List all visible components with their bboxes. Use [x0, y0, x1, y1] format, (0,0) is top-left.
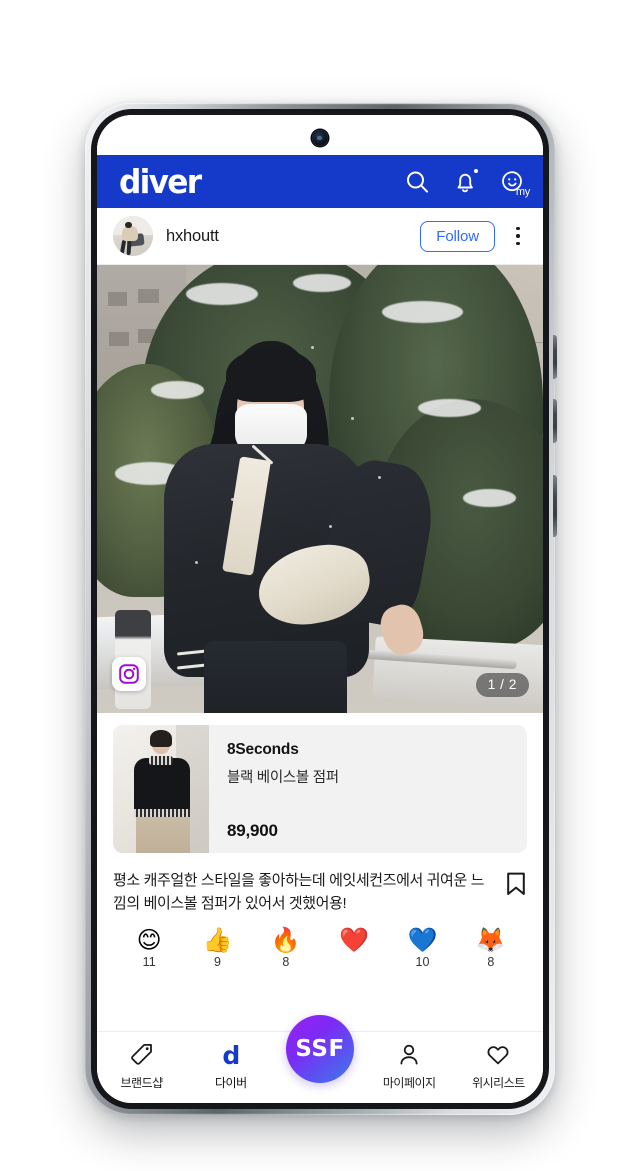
screenshot-stage: diver my hxhoutt Follow 1 / 2 8Seconds 블…: [0, 0, 640, 1171]
reaction-count: 8: [487, 954, 495, 969]
avatar[interactable]: [113, 216, 153, 256]
product-thumbnail: [113, 725, 209, 853]
nav-item-brandshop[interactable]: 브랜드샵: [97, 1041, 186, 1091]
post-author-bar: hxhoutt Follow: [97, 208, 543, 265]
fire-reaction[interactable]: 🔥 8: [252, 928, 320, 969]
bottom-navigation: 브랜드샵 d 다이버 SSF 마이페이지 위시리스트: [97, 1015, 543, 1103]
nav-item-diver[interactable]: d 다이버: [186, 1041, 275, 1091]
nav-item-mypage[interactable]: 마이페이지: [365, 1041, 454, 1091]
fox-reaction[interactable]: 🦊 8: [457, 928, 525, 969]
reaction-emoji: 🦊: [475, 925, 506, 954]
follow-button[interactable]: Follow: [420, 220, 495, 252]
smiling-face-reaction[interactable]: 😊 11: [115, 928, 183, 969]
reaction-count: 8: [282, 954, 290, 969]
brand-logo: diver: [119, 162, 202, 201]
my-label: my: [515, 185, 530, 198]
bell-icon[interactable]: [451, 168, 479, 196]
reaction-emoji: 💙: [407, 925, 438, 954]
thumbs-up-reaction[interactable]: 👍 9: [183, 928, 251, 969]
tag-icon: [129, 1041, 155, 1069]
nav-label: 마이페이지: [382, 1076, 436, 1090]
volume-down-button[interactable]: [553, 399, 557, 443]
product-card[interactable]: 8Seconds 블랙 베이스볼 점퍼 89,900: [113, 725, 527, 853]
nav-label: 브랜드샵: [120, 1076, 164, 1090]
post-photo: [97, 265, 543, 713]
my-profile-icon[interactable]: my: [499, 168, 530, 198]
header-actions: my: [403, 168, 530, 198]
volume-up-button[interactable]: [553, 335, 557, 379]
more-options-icon[interactable]: [507, 221, 529, 251]
product-name: 블랙 베이스볼 점퍼: [227, 770, 339, 786]
instagram-icon[interactable]: [112, 657, 146, 691]
reaction-count: 10: [415, 954, 430, 969]
heart-outline-icon: [485, 1041, 511, 1069]
status-bar: [97, 115, 543, 155]
front-camera-icon: [312, 130, 328, 146]
post-username[interactable]: hxhoutt: [166, 227, 219, 246]
phone-screen: diver my hxhoutt Follow 1 / 2 8Seconds 블…: [97, 115, 543, 1103]
product-info: 8Seconds 블랙 베이스볼 점퍼 89,900: [209, 725, 527, 853]
ssf-button[interactable]: SSF: [286, 1015, 354, 1083]
reaction-emoji: 🔥: [270, 925, 301, 954]
search-icon[interactable]: [403, 168, 431, 196]
red-heart-reaction[interactable]: ❤️: [320, 928, 388, 969]
app-header: diver my: [97, 155, 543, 208]
blue-heart-reaction[interactable]: 💙 10: [388, 928, 456, 969]
bookmark-icon[interactable]: [505, 871, 527, 897]
reaction-count: 11: [142, 954, 156, 969]
ssf-button-wrapper: SSF: [275, 1015, 364, 1103]
product-card-wrapper: 8Seconds 블랙 베이스볼 점퍼 89,900: [97, 713, 543, 853]
diver-d-icon: d: [222, 1040, 240, 1070]
post-media[interactable]: 1 / 2: [97, 265, 543, 713]
power-button[interactable]: [553, 475, 557, 537]
nav-label: 위시리스트: [472, 1076, 525, 1090]
reaction-bar: 😊 11 👍 9 🔥 8 ❤️ 💙 10 🦊 8: [97, 915, 543, 974]
post-caption: 평소 캐주얼한 스타일을 좋아하는데 에잇세컨즈에서 귀여운 느낌의 베이스볼 …: [113, 872, 485, 913]
caption-row: 평소 캐주얼한 스타일을 좋아하는데 에잇세컨즈에서 귀여운 느낌의 베이스볼 …: [97, 853, 543, 916]
reaction-count: 9: [214, 954, 221, 969]
reaction-emoji: ❤️: [339, 925, 370, 954]
product-brand: 8Seconds: [227, 741, 299, 758]
product-price: 89,900: [227, 821, 278, 840]
reaction-emoji: 😊: [136, 925, 162, 954]
nav-item-wishlist[interactable]: 위시리스트: [454, 1041, 543, 1091]
notification-dot: [474, 168, 478, 173]
reaction-emoji: 👍: [202, 925, 233, 954]
person-icon: [396, 1041, 422, 1069]
nav-label: 다이버: [214, 1076, 247, 1090]
media-page-indicator: 1 / 2: [475, 672, 529, 697]
